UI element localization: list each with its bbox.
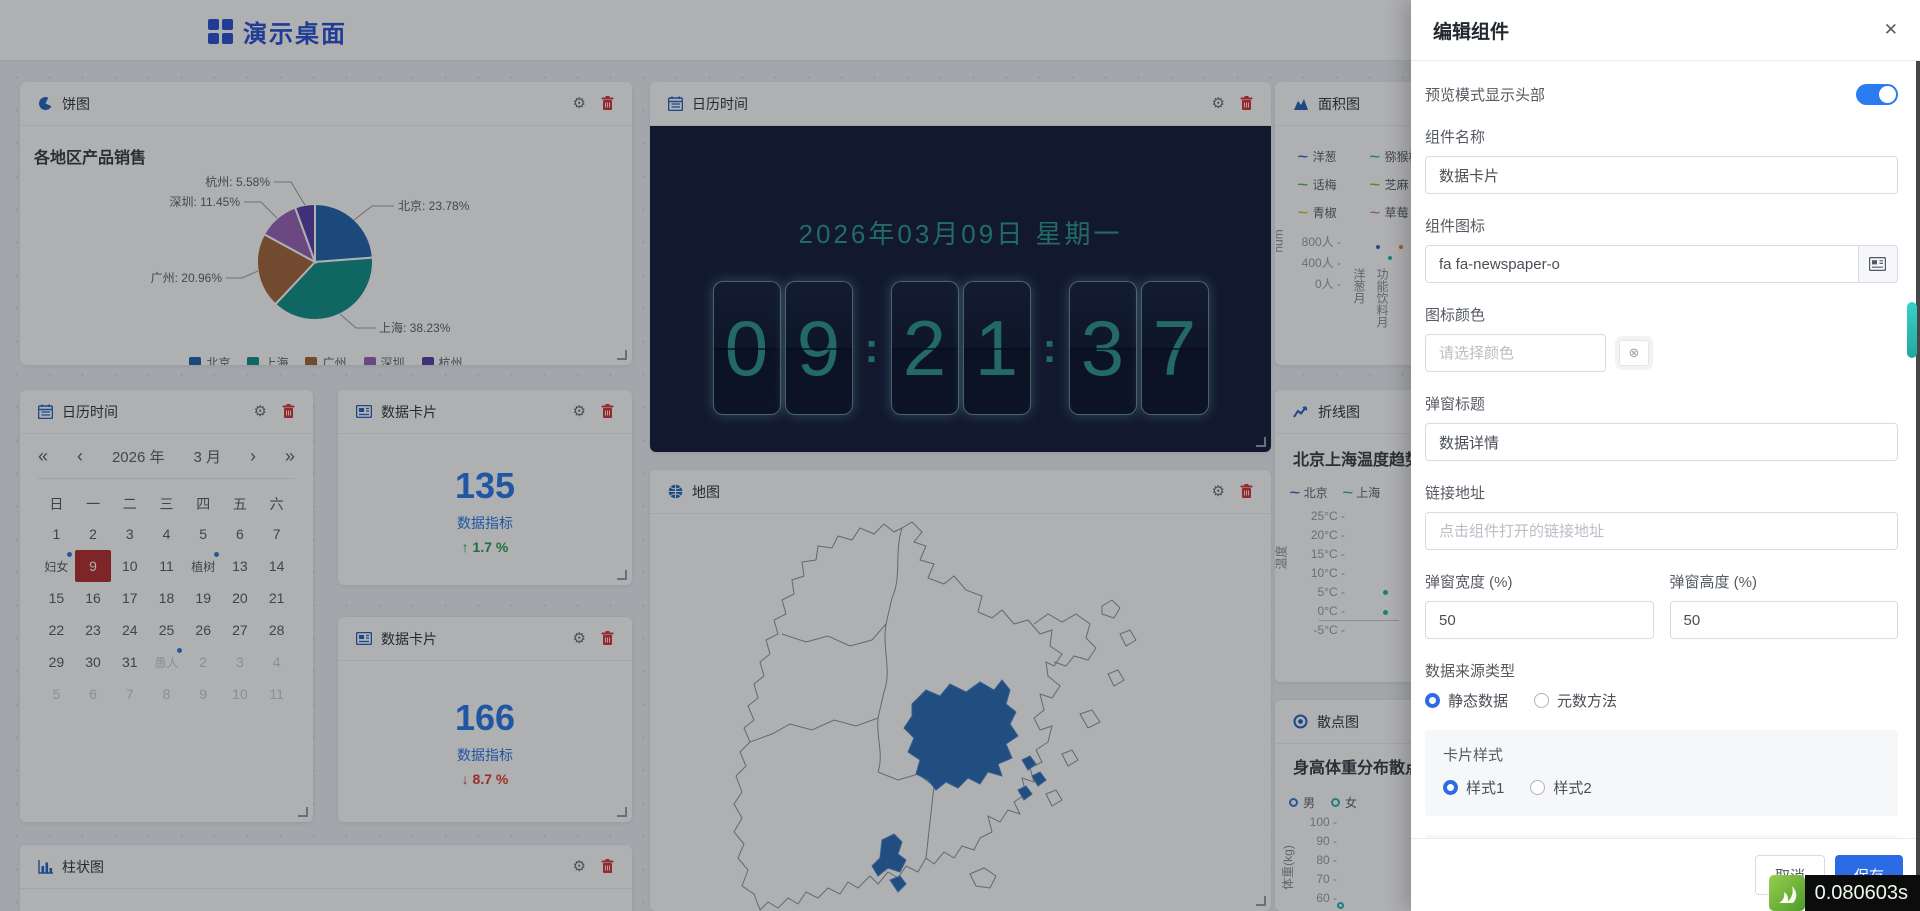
card-style-radios[interactable]: 样式1 样式2 — [1443, 777, 1880, 798]
leaf-icon — [1769, 875, 1805, 911]
preview-header-toggle[interactable] — [1856, 84, 1898, 105]
component-icon-label: 组件图标 — [1425, 215, 1898, 236]
data-source-type-label: 数据来源类型 — [1425, 660, 1898, 681]
drawer-header: 编辑组件 ✕ — [1411, 0, 1920, 61]
edit-component-drawer: 编辑组件 ✕ 预览模式显示头部 组件名称 组件图标 图标颜色 ⊗ 弹 — [1411, 0, 1920, 911]
radio-option[interactable]: 静态数据 — [1425, 690, 1508, 711]
component-icon-input[interactable] — [1425, 245, 1858, 283]
drawer-title: 编辑组件 — [1433, 17, 1509, 44]
card-style-label: 卡片样式 — [1443, 744, 1880, 765]
popup-title-label: 弹窗标题 — [1425, 393, 1898, 414]
component-name-input[interactable] — [1425, 156, 1898, 194]
link-url-label: 链接地址 — [1425, 482, 1898, 503]
popup-title-input[interactable] — [1425, 423, 1898, 461]
render-time: 0.080603s — [1805, 875, 1920, 911]
icon-picker-button[interactable] — [1858, 245, 1898, 283]
component-name-label: 组件名称 — [1425, 126, 1898, 147]
popup-width-label: 弹窗宽度 (%) — [1425, 571, 1654, 592]
close-icon[interactable]: ✕ — [1884, 20, 1898, 40]
screen: 演示桌面 饼图 ⚙ 各地区产品销售 — [0, 0, 1920, 911]
data-source-radios[interactable]: 静态数据 元数方法 — [1425, 690, 1898, 711]
drawer-body: 预览模式显示头部 组件名称 组件图标 图标颜色 ⊗ 弹窗标题 链接地址 — [1411, 61, 1920, 838]
card-style-section: 卡片样式 样式1 样式2 — [1425, 730, 1898, 816]
icon-color-label: 图标颜色 — [1425, 304, 1898, 325]
newspaper-icon — [1869, 257, 1886, 271]
scrollbar-thumb[interactable] — [1907, 302, 1917, 358]
popup-width-input[interactable] — [1425, 601, 1654, 639]
link-url-input[interactable] — [1425, 512, 1898, 550]
radio-option[interactable]: 样式1 — [1443, 777, 1504, 798]
preview-header-label: 预览模式显示头部 — [1425, 84, 1545, 105]
modal-dim-overlay[interactable] — [0, 0, 1411, 911]
popup-height-input[interactable] — [1670, 601, 1899, 639]
radio-option[interactable]: 样式2 — [1530, 777, 1591, 798]
radio-option[interactable]: 元数方法 — [1534, 690, 1617, 711]
clear-color-icon[interactable]: ⊗ — [1619, 340, 1649, 366]
icon-color-input[interactable] — [1425, 334, 1606, 372]
popup-height-label: 弹窗高度 (%) — [1670, 571, 1899, 592]
performance-badge: 0.080603s — [1769, 875, 1920, 911]
scrollbar-track[interactable] — [1916, 61, 1920, 911]
